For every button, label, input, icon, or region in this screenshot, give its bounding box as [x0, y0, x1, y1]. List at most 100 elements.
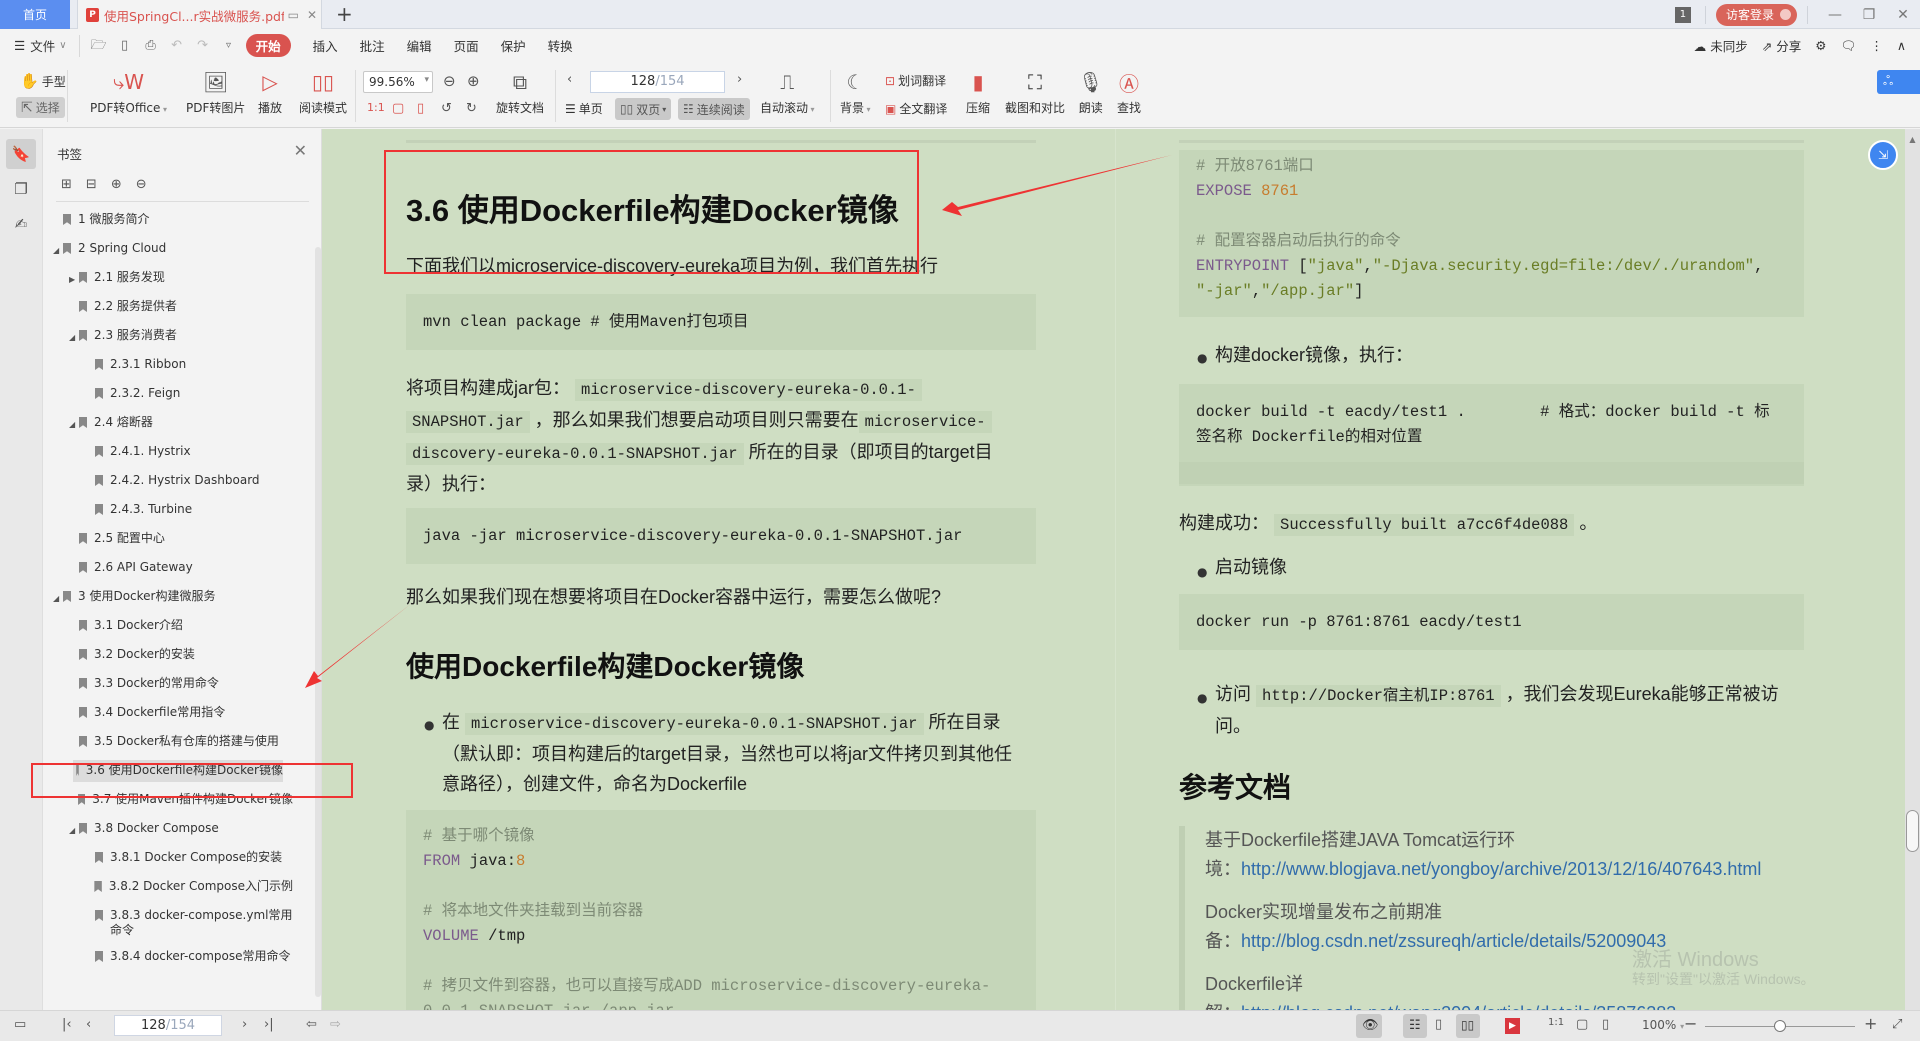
- last-page-icon[interactable]: ›|: [264, 1017, 274, 1032]
- word-translate-button[interactable]: ⊡ 划词翻译: [885, 72, 946, 89]
- status-zoom-select[interactable]: 100% ▾: [1642, 1018, 1684, 1032]
- bookmark-item[interactable]: 3.1 Docker介绍: [69, 615, 293, 637]
- find-button[interactable]: Ⓐ 查找: [1117, 67, 1141, 116]
- play-button[interactable]: ▷ 播放: [258, 67, 282, 116]
- bookmark-item[interactable]: ▶ 2.1 服务发现: [69, 267, 293, 289]
- prev-page-icon[interactable]: ‹: [567, 72, 572, 87]
- tab-pin-icon[interactable]: ▭: [288, 8, 299, 22]
- compress-button[interactable]: ▮ 压缩: [966, 67, 990, 116]
- double-view-button[interactable]: ▯▯: [1456, 1014, 1480, 1038]
- toggle-sidebar-icon[interactable]: ▭: [14, 1017, 26, 1032]
- continuous-view-button[interactable]: ☷: [1403, 1014, 1427, 1038]
- rotate-left-icon[interactable]: ↺: [441, 101, 452, 116]
- menu-tab-convert[interactable]: 转换: [548, 36, 573, 55]
- zoom-out-icon[interactable]: −: [1684, 1014, 1697, 1033]
- more-dropdown-icon[interactable]: ▿: [220, 37, 238, 55]
- menu-tab-start[interactable]: 开始: [245, 34, 291, 57]
- background-button[interactable]: ☾ 背景 ▾: [840, 67, 871, 116]
- reference-link[interactable]: http://www.blogjava.net/yongboy/archive/…: [1241, 859, 1761, 879]
- next-page-icon[interactable]: ›: [737, 72, 742, 87]
- page-number-input[interactable]: 128/154: [590, 71, 725, 93]
- reference-link[interactable]: http://blog.csdn.net/wang2004/article/de…: [1241, 1003, 1676, 1010]
- zoom-in-icon[interactable]: +: [1864, 1014, 1877, 1033]
- screenshot-compare-button[interactable]: ⛶ 截图和对比: [1005, 67, 1065, 116]
- add-bookmark-icon[interactable]: ⊕: [111, 177, 122, 192]
- bookmark-item[interactable]: 3.8.1 Docker Compose的安装: [85, 847, 293, 869]
- bookmark-item[interactable]: 3.8.4 docker-compose常用命令: [85, 946, 293, 968]
- new-tab-button[interactable]: +: [336, 3, 353, 25]
- bookmark-item[interactable]: 2.4.1. Hystrix: [85, 441, 293, 463]
- tab-close-icon[interactable]: ✕: [307, 8, 317, 22]
- menu-tab-insert[interactable]: 插入: [313, 36, 338, 55]
- window-count-badge[interactable]: 1: [1674, 6, 1691, 23]
- menu-tab-page[interactable]: 页面: [454, 36, 479, 55]
- forward-icon[interactable]: ⇨: [330, 1017, 341, 1032]
- expand-triangle-icon[interactable]: ◢: [53, 243, 63, 258]
- bookmark-item[interactable]: 2.3.2. Feign: [85, 383, 293, 405]
- bookmark-item[interactable]: ◢ 2 Spring Cloud: [53, 238, 293, 260]
- file-menu[interactable]: ☰ 文件 ∨: [14, 36, 67, 55]
- actual-size-icon[interactable]: 1:1: [367, 101, 385, 114]
- bookmark-item[interactable]: 3.8.3 docker-compose.yml常用 命令: [85, 905, 293, 941]
- rotate-right-icon[interactable]: ↻: [466, 101, 477, 116]
- restore-button[interactable]: ❐: [1852, 7, 1886, 23]
- settings-icon[interactable]: ⚙: [1815, 38, 1826, 53]
- double-page-button[interactable]: ▯▯ 双页 ▾: [615, 98, 672, 120]
- slideshow-play-button[interactable]: ▶: [1505, 1018, 1520, 1034]
- expand-triangle-icon[interactable]: ◢: [69, 330, 79, 345]
- tab-home[interactable]: 首页: [0, 0, 70, 29]
- rotate-document-button[interactable]: ⧉ 旋转文档: [496, 67, 544, 116]
- read-mode-button[interactable]: ▯▯ 阅读模式: [299, 67, 347, 116]
- hand-tool-button[interactable]: ✋ 手型: [20, 72, 66, 90]
- back-icon[interactable]: ⇦: [306, 1017, 317, 1032]
- pdf-to-office-button[interactable]: ⤷W PDF转Office ▾: [90, 67, 167, 116]
- save-icon[interactable]: ▯: [116, 37, 134, 55]
- bookmark-item[interactable]: 3.2 Docker的安装: [69, 644, 293, 666]
- remove-bookmark-icon[interactable]: ⊖: [136, 177, 147, 192]
- document-scrollbar[interactable]: ▲: [1905, 129, 1920, 1010]
- share-button[interactable]: ⇗ 分享: [1762, 36, 1801, 55]
- bookmark-item[interactable]: 3.8.2 Docker Compose入门示例: [85, 876, 293, 898]
- expand-triangle-icon[interactable]: ◢: [69, 417, 79, 432]
- scroll-up-arrow[interactable]: ▲: [1905, 135, 1920, 144]
- bookmark-item[interactable]: ◢ 3.8 Docker Compose: [69, 818, 293, 840]
- reference-link[interactable]: http://blog.csdn.net/zssureqh/article/de…: [1241, 931, 1666, 951]
- thumbnail-panel-icon[interactable]: ❐: [6, 174, 36, 204]
- fit-width-icon[interactable]: ▯: [1602, 1017, 1609, 1032]
- bookmark-item[interactable]: 2.5 配置中心: [69, 528, 293, 550]
- auto-scroll-button[interactable]: ⎍ 自动滚动 ▾: [760, 67, 815, 116]
- zoom-slider-knob[interactable]: [1774, 1020, 1786, 1032]
- fit-page-icon[interactable]: ▢: [1576, 1017, 1588, 1032]
- bookmark-item[interactable]: 1 微服务简介: [53, 209, 293, 231]
- guest-login-button[interactable]: 访客登录: [1715, 3, 1797, 26]
- minimize-button[interactable]: —: [1818, 7, 1852, 23]
- menu-tab-annotate[interactable]: 批注: [360, 36, 385, 55]
- collapse-triangle-icon[interactable]: ▶: [69, 272, 79, 287]
- bookmark-item[interactable]: 3.3 Docker的常用命令: [69, 673, 293, 695]
- close-panel-icon[interactable]: ✕: [294, 141, 307, 160]
- collapse-ribbon-icon[interactable]: ∧: [1897, 38, 1906, 53]
- bookmark-item[interactable]: 3.4 Dockerfile常用指令: [69, 702, 293, 724]
- signature-icon[interactable]: ✍: [6, 209, 36, 239]
- pdf-to-image-button[interactable]: 🖼 PDF转图片: [186, 67, 245, 116]
- bookmark-item[interactable]: ◢ 3 使用Docker构建微服务: [53, 586, 293, 608]
- bookmark-scrollbar[interactable]: [315, 247, 321, 997]
- expand-all-icon[interactable]: ⊞: [61, 177, 72, 192]
- redo-icon[interactable]: ↷: [194, 37, 212, 55]
- close-window-button[interactable]: ✕: [1886, 7, 1920, 23]
- expand-triangle-icon[interactable]: ◢: [53, 591, 63, 606]
- bookmark-item[interactable]: ◢ 2.4 熔断器: [69, 412, 293, 434]
- bookmark-item[interactable]: ◢ 2.3 服务消费者: [69, 325, 293, 347]
- bookmark-item[interactable]: 3.5 Docker私有仓库的搭建与使用: [69, 731, 293, 753]
- comment-icon[interactable]: 🗨: [1840, 38, 1856, 54]
- collapse-all-icon[interactable]: ⊟: [86, 177, 97, 192]
- zoom-in-icon[interactable]: ⊕: [467, 72, 480, 90]
- bookmark-item[interactable]: 2.2 服务提供者: [69, 296, 293, 318]
- status-page-input[interactable]: 128/154: [114, 1015, 222, 1036]
- cloud-app-button[interactable]: ஃ: [1877, 70, 1920, 94]
- bookmark-panel-icon[interactable]: 🔖: [6, 139, 36, 169]
- more-icon[interactable]: ⋮: [1870, 38, 1883, 53]
- convert-to-word-floating-button[interactable]: ⇲: [1868, 140, 1898, 170]
- undo-icon[interactable]: ↶: [168, 37, 186, 55]
- prev-page-icon[interactable]: ‹: [86, 1017, 91, 1032]
